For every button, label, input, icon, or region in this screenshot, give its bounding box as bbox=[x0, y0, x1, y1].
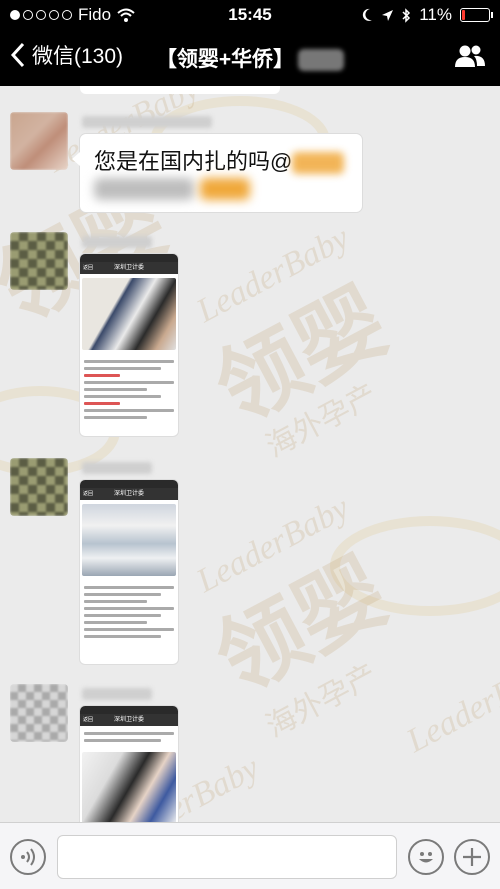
sender-name bbox=[82, 116, 212, 128]
battery-level bbox=[462, 10, 465, 20]
watermark-text: LeaderBaby bbox=[190, 489, 355, 600]
voice-icon bbox=[21, 848, 35, 866]
watermark-sub: 海外孕产 bbox=[260, 658, 383, 744]
watermark-text: LeaderBaby bbox=[190, 219, 355, 330]
image-message[interactable]: 返回 深圳卫计委 bbox=[80, 254, 178, 436]
previous-message-edge bbox=[80, 86, 280, 94]
voice-button[interactable] bbox=[10, 839, 46, 875]
watermark-logo: 领婴 bbox=[201, 273, 403, 442]
chat-title: 【领婴+华侨】 bbox=[0, 43, 500, 73]
avatar[interactable] bbox=[10, 684, 68, 742]
message-input[interactable] bbox=[57, 835, 397, 879]
status-right: 11% bbox=[361, 5, 493, 25]
chat-area[interactable]: LeaderBaby 领婴 LeaderBaby 领婴 海外孕产 LeaderB… bbox=[0, 86, 500, 822]
bluetooth-icon bbox=[402, 7, 411, 23]
input-bar bbox=[0, 822, 500, 889]
nav-bar: 微信(130) 【领婴+华侨】 bbox=[0, 30, 500, 86]
image-message[interactable]: 返回 深圳卫计委 bbox=[80, 706, 178, 822]
avatar[interactable] bbox=[10, 112, 68, 170]
status-bar: Fido 15:45 11% bbox=[0, 0, 500, 30]
group-info-button[interactable] bbox=[454, 44, 486, 73]
message-bubble[interactable]: 您是在国内扎的吗@ bbox=[72, 134, 362, 212]
battery-percent: 11% bbox=[419, 5, 452, 24]
moon-icon bbox=[363, 8, 373, 21]
sender-name bbox=[82, 462, 152, 474]
message-text: 您是在国内扎的吗@ bbox=[94, 149, 293, 174]
emoji-icon bbox=[419, 852, 433, 863]
watermark-logo: 领婴 bbox=[201, 543, 403, 712]
photo-thumbnail bbox=[82, 278, 176, 350]
blurred-group-name bbox=[298, 49, 345, 72]
sender-name bbox=[82, 688, 152, 700]
watermark-sub: 海外孕产 bbox=[260, 378, 383, 464]
more-button[interactable] bbox=[454, 839, 490, 875]
battery-icon bbox=[460, 8, 493, 22]
image-message[interactable]: 返回 深圳卫计委 bbox=[80, 480, 178, 664]
location-arrow-icon bbox=[382, 9, 394, 21]
plus-icon bbox=[463, 848, 481, 866]
blurred-text-line bbox=[94, 178, 250, 200]
avatar[interactable] bbox=[10, 458, 68, 516]
emoji-button[interactable] bbox=[408, 839, 444, 875]
avatar[interactable] bbox=[10, 232, 68, 290]
blurred-mention bbox=[292, 152, 345, 175]
watermark-text: LeaderBaby bbox=[400, 649, 500, 760]
sender-name bbox=[82, 236, 152, 248]
photo-thumbnail bbox=[82, 504, 176, 576]
photo-thumbnail bbox=[82, 752, 176, 822]
people-icon bbox=[455, 45, 485, 67]
